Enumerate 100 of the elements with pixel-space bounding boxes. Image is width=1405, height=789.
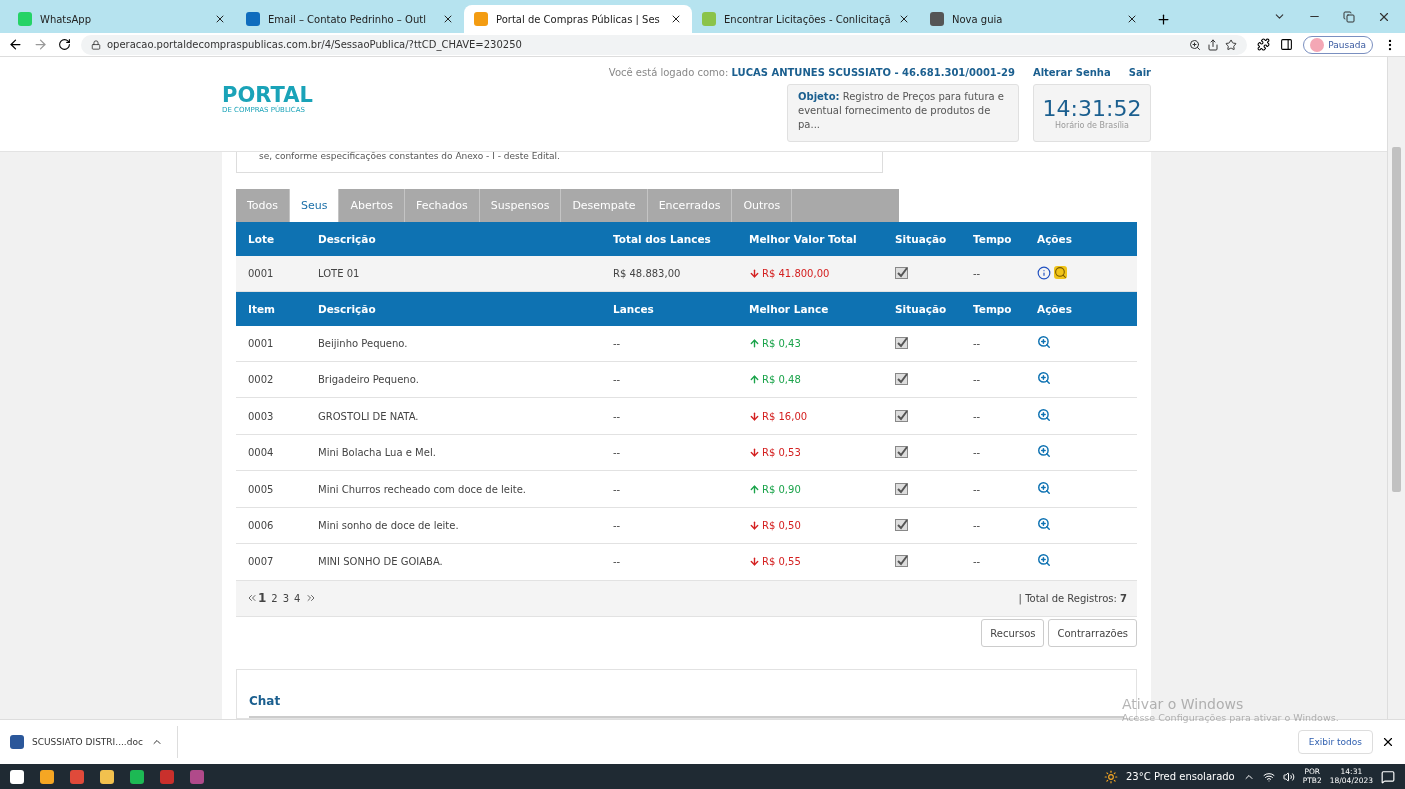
table-cell-text: --: [613, 410, 622, 422]
close-icon[interactable]: [442, 13, 454, 25]
browser-tab[interactable]: Portal de Compras Públicas | Ses: [464, 5, 692, 33]
browser-tab[interactable]: Nova guia: [920, 5, 1148, 33]
reload-icon[interactable]: [58, 38, 71, 51]
browser-tab[interactable]: Email – Contato Pedrinho – Outl: [236, 5, 464, 33]
table-cell-text: R$ 48.883,00: [613, 267, 682, 279]
show-all-button[interactable]: Exibir todos: [1297, 730, 1373, 754]
zoom-icon[interactable]: [1037, 553, 1051, 568]
download-item[interactable]: SCUSSIATO DISTRI....doc: [10, 726, 178, 758]
action-button[interactable]: Contrarrazões: [1048, 619, 1137, 648]
checked-box-icon: [895, 409, 909, 422]
close-icon[interactable]: [1381, 735, 1395, 749]
taskbar-app-icon[interactable]: [40, 769, 54, 784]
down-arrow-icon: [749, 410, 760, 422]
close-icon[interactable]: [670, 13, 682, 25]
zoom-icon[interactable]: [1037, 334, 1051, 349]
close-icon[interactable]: [214, 13, 226, 25]
avatar-icon: [1310, 37, 1325, 52]
site-icon: [474, 12, 488, 26]
zoom-icon[interactable]: [1189, 38, 1202, 51]
table-cell-text: --: [973, 374, 982, 386]
header-link[interactable]: Sair: [1128, 67, 1151, 78]
table-cell-text: --: [973, 410, 982, 422]
search-icon[interactable]: [1054, 266, 1067, 280]
page-link[interactable]: 3: [282, 592, 290, 604]
document-icon: [10, 735, 24, 749]
scroll-thumb[interactable]: [1392, 147, 1401, 492]
page-link[interactable]: 2: [271, 592, 278, 604]
column-header: Melhor Lance: [749, 302, 830, 315]
back-icon[interactable]: [8, 37, 23, 52]
activation-title: Ativar o Windows: [1122, 696, 1245, 712]
taskbar-app-icon[interactable]: [10, 769, 24, 784]
table-cell-text: 0005: [248, 483, 275, 495]
zoom-icon[interactable]: [1037, 407, 1051, 422]
taskbar-app-icon[interactable]: [100, 769, 114, 784]
taskbar-app-icon[interactable]: [130, 769, 144, 784]
checked-box-icon: [895, 555, 909, 568]
zoom-icon[interactable]: [1037, 371, 1051, 386]
page-link[interactable]: 1: [258, 591, 267, 606]
action-button[interactable]: Recursos: [981, 619, 1045, 648]
login-info: Você está logado como: LUCAS ANTUNES SCUSSIATO - 46.681.301/0001-29: [608, 67, 1015, 78]
star-icon[interactable]: [1225, 38, 1238, 51]
address-bar[interactable]: operacao.portaldecompraspublicas.com.br/4/SessaoPublica/?ttCD_CHAVE=230250: [81, 34, 1248, 55]
down-arrow-icon: [749, 447, 760, 459]
header-link[interactable]: Alterar Senha: [1032, 67, 1111, 78]
close-icon[interactable]: [898, 13, 910, 25]
table-cell-text: 0002: [248, 374, 275, 386]
table-cell-text: Mini Bolacha Lua e Mel.: [318, 447, 437, 459]
price-value: R$ 0,53: [749, 447, 895, 459]
filter-tab[interactable]: Seus: [290, 188, 340, 223]
share-icon[interactable]: [1207, 38, 1220, 51]
down-arrow-icon: [749, 556, 760, 568]
forward-icon[interactable]: [33, 37, 48, 52]
table-cell-text: 0003: [248, 410, 275, 422]
notice-text: se, conforme especificações constantes do Anexo - I - deste Edital.: [236, 152, 883, 173]
wifi-icon[interactable]: [1262, 770, 1275, 783]
clock-caption: Horário de Brasília: [1055, 121, 1129, 130]
table-cell-text: --: [613, 374, 622, 386]
table-cell-text: LOTE 01: [318, 267, 361, 279]
price-value: R$ 0,55: [749, 556, 895, 568]
restore-icon[interactable]: [1343, 10, 1355, 23]
table-cell-text: 0001: [248, 337, 275, 349]
column-header: Total dos Lances: [613, 232, 712, 245]
column-header: Descrição: [318, 232, 377, 245]
browser-tab[interactable]: Encontrar Licitações - Conlicitaçã: [692, 5, 920, 33]
side-panel-icon[interactable]: [1280, 38, 1294, 51]
lock-icon: [91, 39, 101, 50]
info-icon[interactable]: [1037, 266, 1051, 281]
table-cell-text: --: [613, 556, 622, 568]
site-icon: [246, 12, 260, 26]
checked-box-icon: [895, 266, 909, 279]
table-cell-text: 0001: [248, 267, 275, 279]
table-cell-text: 0007: [248, 556, 275, 568]
zoom-icon[interactable]: [1037, 444, 1051, 459]
notification-icon[interactable]: [1381, 769, 1395, 784]
table-cell-text: --: [973, 483, 982, 495]
down-arrow-icon: [749, 519, 760, 531]
browser-tab[interactable]: WhatsApp: [8, 5, 236, 33]
clock-time: 14:31:52: [1042, 96, 1142, 121]
column-header: Melhor Valor Total: [749, 232, 858, 245]
table-cell-text: GROSTOLI DE NATA.: [318, 410, 420, 422]
activation-text: Acesse Configurações para ativar o Windows.: [1122, 712, 1339, 723]
price-value: R$ 0,90: [749, 483, 895, 495]
new-tab-icon[interactable]: [1156, 12, 1171, 27]
speaker-icon[interactable]: [1282, 770, 1295, 783]
close-icon[interactable]: [1126, 13, 1138, 25]
zoom-icon[interactable]: [1037, 516, 1051, 531]
logo-text: PORTAL: [222, 85, 314, 106]
price-value: R$ 0,43: [749, 337, 895, 349]
table-cell-text: --: [613, 447, 622, 459]
puzzle-icon[interactable]: [1257, 38, 1271, 51]
object-description: Objeto: Registro de Preços para futura e eventual fornecimento de produtos de pa...: [787, 84, 1019, 142]
table-cell-text: Mini sonho de doce de leite.: [318, 519, 460, 531]
column-header: Descrição: [318, 302, 377, 315]
page-link[interactable]: 4: [294, 592, 301, 604]
up-arrow-icon: [749, 374, 760, 386]
table-cell-text: --: [973, 337, 982, 349]
table-cell-text: Mini Churros recheado com doce de leite.: [318, 483, 527, 495]
zoom-icon[interactable]: [1037, 480, 1051, 495]
